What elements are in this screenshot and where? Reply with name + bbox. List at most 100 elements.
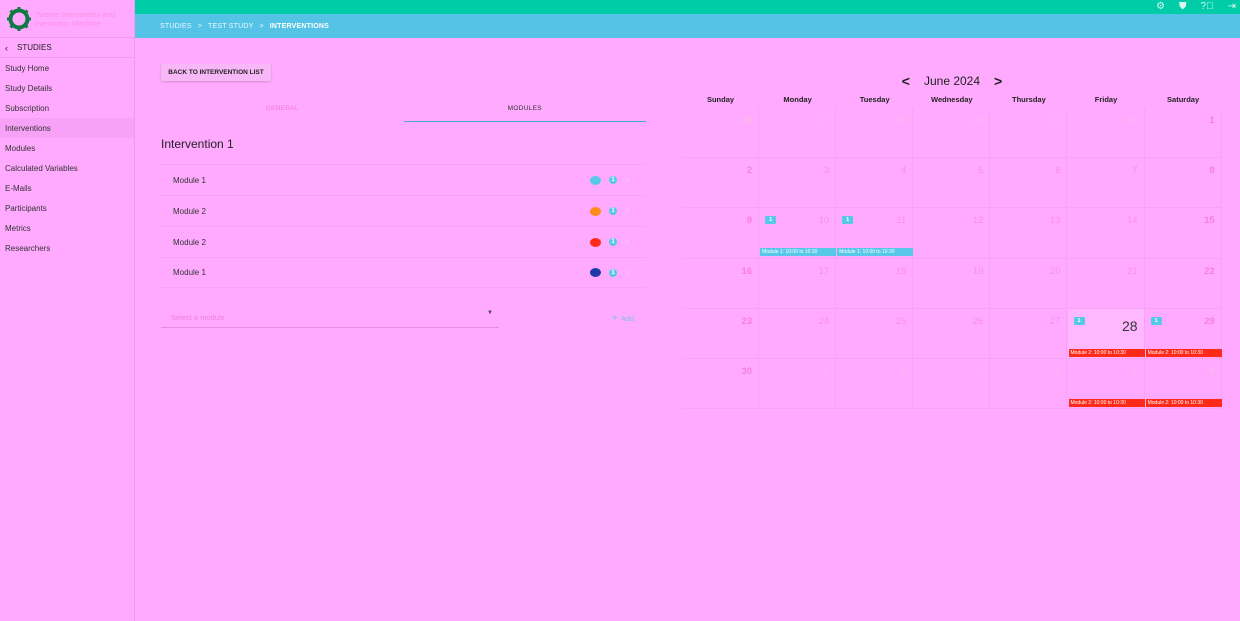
day-event-count-badge[interactable]: 1 (842, 216, 854, 225)
next-month-button[interactable]: > (994, 73, 1002, 89)
day-number: 7 (1132, 165, 1138, 177)
module-row[interactable]: Module 2 1 ✕ (161, 195, 646, 226)
remove-module-icon[interactable]: ✕ (624, 207, 630, 215)
caret-down-icon: ▼ (487, 310, 493, 316)
calendar-day[interactable]: 14 (1067, 208, 1145, 259)
calendar-day[interactable]: 5 (913, 158, 991, 209)
calendar-day[interactable]: 8 (1144, 158, 1222, 209)
sidebar-item-e-mails[interactable]: E-Mails (0, 178, 134, 198)
calendar-day[interactable]: 30 (682, 359, 760, 410)
calendar-event[interactable]: Module 2: 10:00 to 10:30 (1068, 399, 1145, 407)
calendar-event[interactable]: Module 1: 10:00 to 10:30 (837, 248, 914, 257)
settings-icon[interactable]: ⚙ (1156, 2, 1165, 12)
module-color-swatch[interactable] (590, 268, 601, 277)
sidebar-item-modules[interactable]: Modules (0, 138, 134, 158)
remove-module-icon[interactable]: ✕ (624, 238, 630, 246)
day-event-count-badge[interactable]: 1 (1073, 316, 1085, 325)
sidebar-item-interventions[interactable]: Interventions (0, 118, 134, 138)
calendar-day[interactable]: 7 (1067, 158, 1145, 209)
module-color-swatch[interactable] (590, 175, 601, 185)
module-row[interactable]: Module 1 1 ✕ (161, 257, 646, 288)
help-icon[interactable]: ?⃝ (1201, 2, 1214, 12)
breadcrumb-separator: > (259, 22, 264, 30)
calendar-day[interactable]: 25 (836, 308, 914, 359)
calendar-day[interactable]: 6 (990, 158, 1068, 209)
sidebar-item-calculated-variables[interactable]: Calculated Variables (0, 158, 134, 178)
calendar-day[interactable]: 3 (759, 158, 837, 209)
calendar-day[interactable]: 16 (682, 258, 760, 309)
module-select[interactable]: Select a module ▼ (161, 304, 499, 328)
calendar-day[interactable]: 17 (759, 258, 837, 309)
breadcrumb-studies[interactable]: STUDIES (160, 23, 192, 30)
sidebar-item-participants[interactable]: Participants (0, 198, 134, 218)
calendar-day[interactable]: 21 (1067, 258, 1145, 309)
calendar-day[interactable]: 24 (759, 308, 837, 359)
calendar-event[interactable]: Module 2: 10:00 to 10:30 (1145, 399, 1222, 407)
calendar-day[interactable]: 18 (836, 258, 914, 309)
sidebar-item-researchers[interactable]: Researchers (0, 238, 134, 258)
day-number: 26 (972, 315, 984, 327)
remove-module-icon[interactable]: ✕ (624, 269, 630, 277)
day-number: 6 (1209, 366, 1215, 377)
calendar-day[interactable]: 9 (682, 208, 760, 259)
sidebar-item-study-home[interactable]: Study Home (0, 58, 134, 78)
day-number: 23 (741, 315, 753, 327)
calendar-day[interactable]: 12 (913, 208, 991, 259)
shield-icon[interactable]: ⛊ (1179, 2, 1187, 12)
calendar-day[interactable]: 13 (990, 208, 1068, 259)
calendar-day[interactable]: 4 (990, 359, 1068, 410)
module-color-swatch[interactable] (590, 237, 601, 247)
calendar-day[interactable]: 29 (913, 108, 991, 159)
calendar-day[interactable]: 19 (913, 258, 991, 309)
tab-general[interactable]: GENERAL (161, 100, 404, 122)
brand[interactable]: Twente Intervention and Interaction Mach… (0, 0, 134, 38)
breadcrumb-test-study[interactable]: TEST STUDY (208, 23, 253, 30)
day-number: 30 (1049, 115, 1061, 126)
module-row[interactable]: Module 1 1 ✕ (161, 164, 646, 195)
day-event-count-badge[interactable]: 1 (765, 216, 777, 225)
studies-back-link[interactable]: ‹ STUDIES (0, 38, 134, 58)
calendar-day[interactable]: 20 (990, 258, 1068, 309)
day-number: 4 (900, 165, 907, 177)
day-event-count-badge[interactable]: 1 (1150, 316, 1162, 325)
remove-module-icon[interactable]: ✕ (624, 176, 630, 184)
day-number: 24 (818, 315, 830, 327)
calendar-day[interactable]: 15 (1144, 208, 1222, 259)
module-count-badge: 1 (609, 238, 617, 246)
calendar-day[interactable]: 1 (759, 359, 837, 410)
calendar-event[interactable]: Module 2: 10:00 to 10:30 (1068, 348, 1145, 357)
module-row[interactable]: Module 2 1 ✕ (161, 226, 646, 257)
calendar-day[interactable]: 2 (682, 158, 760, 209)
calendar-day[interactable]: 27 (990, 308, 1068, 359)
calendar-day[interactable]: 26 (682, 108, 760, 159)
calendar-day[interactable]: 4 (836, 158, 914, 209)
add-module-button[interactable]: + Add (612, 313, 634, 324)
module-name: Module 1 (173, 268, 206, 277)
day-number: 22 (1204, 265, 1215, 277)
sidebar-item-study-details[interactable]: Study Details (0, 78, 134, 98)
logout-icon[interactable]: ⇥ (1228, 2, 1236, 12)
tab-modules[interactable]: MODULES (403, 100, 646, 122)
calendar-day[interactable]: 28 (836, 108, 914, 159)
back-to-intervention-list-button[interactable]: BACK TO INTERVENTION LIST (161, 64, 271, 81)
calendar-day[interactable]: 31 (1067, 108, 1145, 159)
sidebar-item-subscription[interactable]: Subscription (0, 98, 134, 118)
calendar-day[interactable]: 30 (990, 108, 1068, 159)
calendar-event[interactable]: Module 1: 10:00 to 10:30 (760, 248, 837, 257)
brand-name: Twente Intervention and Interaction Mach… (35, 9, 116, 28)
module-color-swatch[interactable] (590, 206, 601, 216)
calendar-day[interactable]: 1 (1144, 108, 1222, 159)
calendar-day[interactable]: 2 (836, 359, 914, 410)
calendar-day[interactable]: 22 (1144, 258, 1222, 309)
calendar-day[interactable]: 26 (913, 308, 991, 359)
calendar-day[interactable]: 3 (913, 359, 991, 410)
plus-icon: + (612, 313, 618, 324)
calendar-event[interactable]: Module 2: 10:00 to 10:30 (1145, 348, 1222, 357)
day-number: 27 (818, 115, 830, 126)
weekday-wednesday: Wednesday (931, 95, 973, 104)
calendar-day[interactable]: 27 (759, 108, 837, 159)
day-number: 2 (900, 366, 907, 377)
prev-month-button[interactable]: < (902, 73, 910, 89)
calendar-day[interactable]: 23 (682, 308, 760, 359)
sidebar-item-metrics[interactable]: Metrics (0, 218, 134, 238)
